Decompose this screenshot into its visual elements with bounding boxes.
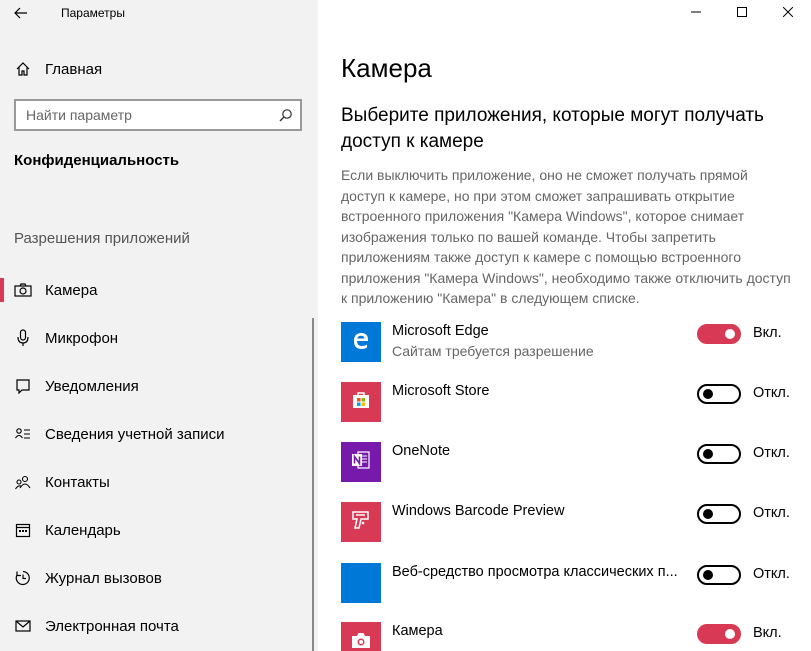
camera-access-toggle[interactable] bbox=[697, 565, 741, 585]
camera-access-toggle[interactable] bbox=[697, 624, 741, 644]
account-info-icon bbox=[13, 424, 33, 444]
sidebar-item-label: Журнал вызовов bbox=[45, 569, 162, 587]
minimize-icon bbox=[691, 11, 701, 13]
sidebar-item-notifications[interactable]: Уведомления bbox=[0, 362, 318, 410]
toggle-knob bbox=[725, 329, 735, 339]
toggle-knob bbox=[725, 629, 735, 639]
minimize-button[interactable] bbox=[673, 0, 719, 24]
app-name: Microsoft Store bbox=[392, 383, 490, 399]
app-subtitle: Сайтам требуется разрешение bbox=[392, 343, 594, 359]
barcode-scanner-icon bbox=[350, 509, 372, 536]
group-title: Разрешения приложений bbox=[14, 230, 190, 247]
toggle-state-label: Откл. bbox=[753, 505, 790, 521]
toggle-state-label: Откл. bbox=[753, 445, 790, 461]
toggle-state-label: Откл. bbox=[753, 566, 790, 582]
edge-icon bbox=[351, 330, 371, 355]
sidebar-item-account-info[interactable]: Сведения учетной записи bbox=[0, 410, 318, 458]
nav-list: Камера Микрофон Уведомления Сведения уче… bbox=[0, 266, 318, 650]
notification-icon bbox=[13, 376, 33, 396]
store-icon bbox=[351, 390, 371, 415]
app-name: Microsoft Edge bbox=[392, 323, 489, 339]
home-icon bbox=[13, 59, 33, 79]
onenote-icon bbox=[350, 449, 372, 476]
maximize-icon bbox=[737, 7, 747, 17]
calendar-icon bbox=[13, 520, 33, 540]
camera-access-toggle[interactable] bbox=[697, 444, 741, 464]
title-bar: Параметры bbox=[0, 0, 318, 26]
sidebar-item-label: Календарь bbox=[45, 521, 121, 539]
call-history-icon bbox=[13, 568, 33, 588]
app-tile bbox=[341, 563, 381, 603]
app-name: Камера bbox=[392, 623, 443, 639]
app-name: Веб-средство просмотра классических п... bbox=[392, 564, 678, 580]
app-row-onenote: OneNote Откл. bbox=[341, 442, 811, 482]
email-icon bbox=[13, 616, 33, 636]
camera-access-toggle[interactable] bbox=[697, 384, 741, 404]
close-button[interactable] bbox=[765, 0, 811, 24]
sidebar-scrollbar[interactable] bbox=[312, 318, 314, 651]
sidebar-item-label: Уведомления bbox=[45, 377, 139, 395]
search-input[interactable] bbox=[16, 107, 272, 123]
sidebar-item-camera[interactable]: Камера bbox=[0, 266, 318, 314]
sidebar-item-label: Микрофон bbox=[45, 329, 119, 347]
description: Если выключить приложение, оно не сможет… bbox=[341, 167, 791, 306]
sidebar-item-label: Сведения учетной записи bbox=[45, 425, 225, 443]
main-content: Камера Выберите приложения, которые могу… bbox=[318, 0, 811, 651]
sidebar-item-email[interactable]: Электронная почта bbox=[0, 602, 318, 650]
close-icon bbox=[783, 7, 793, 17]
app-row-camera: Камера Вкл. bbox=[341, 622, 811, 651]
contacts-icon bbox=[13, 472, 33, 492]
maximize-button[interactable] bbox=[719, 0, 765, 24]
app-tile bbox=[341, 322, 381, 362]
window-controls bbox=[673, 0, 811, 26]
home-label: Главная bbox=[45, 60, 103, 78]
app-tile bbox=[341, 382, 381, 422]
search-icon[interactable] bbox=[272, 101, 300, 129]
page-title: Камера bbox=[341, 53, 432, 83]
section-title: Конфиденциальность bbox=[14, 152, 180, 169]
sidebar: Параметры Главная Конфиденциальность Раз… bbox=[0, 0, 318, 651]
toggle-state-label: Вкл. bbox=[753, 625, 782, 641]
search-box[interactable] bbox=[14, 99, 302, 131]
app-name: Windows Barcode Preview bbox=[392, 503, 565, 519]
app-row-barcode-preview: Windows Barcode Preview Откл. bbox=[341, 502, 811, 542]
toggle-knob bbox=[703, 389, 713, 399]
app-tile bbox=[341, 622, 381, 651]
camera-access-toggle[interactable] bbox=[697, 504, 741, 524]
toggle-knob bbox=[703, 570, 713, 580]
sidebar-item-calendar[interactable]: Календарь bbox=[0, 506, 318, 554]
back-arrow-icon bbox=[14, 7, 27, 19]
back-button[interactable] bbox=[8, 2, 34, 24]
toggle-knob bbox=[703, 449, 713, 459]
app-row-web-viewer: Веб-средство просмотра классических п...… bbox=[341, 563, 811, 603]
camera-access-toggle[interactable] bbox=[697, 324, 741, 344]
app-name: OneNote bbox=[392, 443, 451, 459]
sidebar-item-call-history[interactable]: Журнал вызовов bbox=[0, 554, 318, 602]
sidebar-item-label: Камера bbox=[45, 281, 98, 299]
app-tile bbox=[341, 502, 381, 542]
sidebar-item-label: Контакты bbox=[45, 473, 110, 491]
toggle-state-label: Вкл. bbox=[753, 325, 782, 341]
camera-icon bbox=[13, 280, 33, 300]
sidebar-item-home[interactable]: Главная bbox=[0, 54, 318, 84]
subheading: Выберите приложения, которые могут получ… bbox=[341, 105, 764, 152]
app-title: Параметры bbox=[61, 6, 125, 20]
camera-app-icon bbox=[350, 631, 372, 651]
sidebar-item-contacts[interactable]: Контакты bbox=[0, 458, 318, 506]
toggle-state-label: Откл. bbox=[753, 385, 790, 401]
app-tile bbox=[341, 442, 381, 482]
app-row-edge: Microsoft Edge Сайтам требуется разрешен… bbox=[341, 322, 811, 362]
sidebar-item-label: Электронная почта bbox=[45, 617, 179, 635]
app-row-store: Microsoft Store Откл. bbox=[341, 382, 811, 422]
microphone-icon bbox=[13, 328, 33, 348]
sidebar-item-microphone[interactable]: Микрофон bbox=[0, 314, 318, 362]
toggle-knob bbox=[703, 509, 713, 519]
